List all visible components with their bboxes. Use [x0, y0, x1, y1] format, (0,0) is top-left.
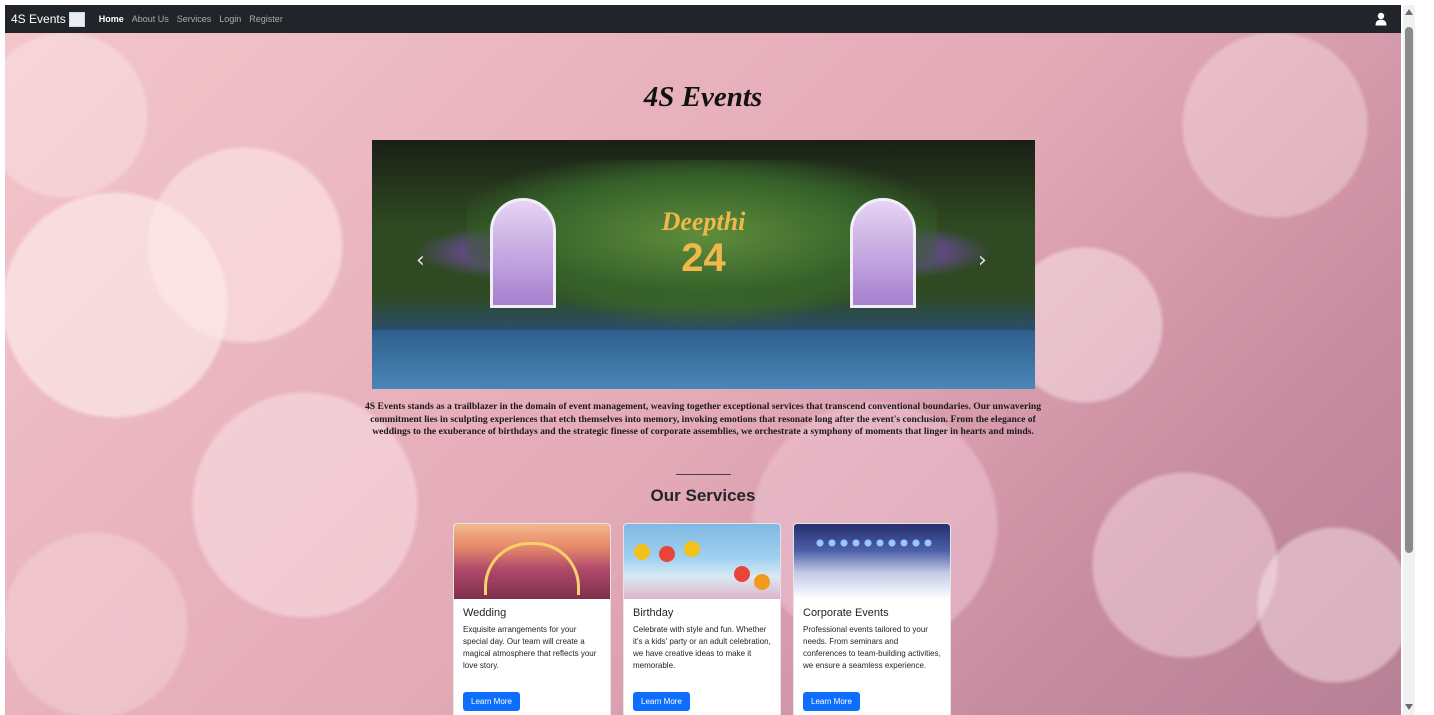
card-title: Corporate Events [803, 607, 889, 619]
intro-paragraph: 4S Events stands as a trailblazer in the… [364, 401, 1042, 438]
carousel-decor-floor [372, 330, 1035, 389]
scroll-down-arrow-icon[interactable] [1405, 704, 1413, 710]
card-title: Wedding [463, 607, 507, 619]
page-viewport: 4S Events Home About Us Services Login R… [5, 5, 1401, 715]
wedding-image [454, 524, 610, 599]
card-text: Professional events tailored to your nee… [803, 625, 941, 670]
corporate-events-image [794, 524, 950, 599]
brand[interactable]: 4S Events [11, 11, 85, 27]
service-card-wedding: Wedding Exquisite arrangements for your … [453, 523, 611, 715]
nav-home[interactable]: Home [99, 14, 124, 24]
user-icon[interactable] [1375, 12, 1387, 26]
learn-more-button[interactable]: Learn More [463, 692, 520, 711]
brand-name: 4S Events [11, 12, 66, 26]
card-title: Birthday [633, 607, 674, 619]
chevron-right-icon[interactable]: › [978, 250, 987, 272]
nav-about-us[interactable]: About Us [132, 14, 169, 24]
learn-more-button[interactable]: Learn More [633, 692, 690, 711]
vertical-scrollbar[interactable] [1403, 5, 1415, 715]
card-text: Exquisite arrangements for your special … [463, 625, 597, 670]
carousel-overlay-name: Deepthi [661, 207, 746, 236]
carousel-overlay-number: 24 [681, 236, 726, 280]
nav-register[interactable]: Register [249, 14, 283, 24]
hero-carousel[interactable]: Deepthi 24 ‹ › [372, 140, 1035, 389]
card-text: Celebrate with style and fun. Whether it… [633, 625, 771, 670]
chevron-left-icon[interactable]: ‹ [416, 250, 425, 272]
nav-services[interactable]: Services [177, 14, 212, 24]
brand-logo-icon [68, 11, 85, 27]
section-divider [676, 474, 731, 475]
page-title: 4S Events [643, 81, 763, 113]
birthday-image [624, 524, 780, 599]
navbar: 4S Events Home About Us Services Login R… [5, 5, 1401, 33]
learn-more-button[interactable]: Learn More [803, 692, 860, 711]
nav-login[interactable]: Login [219, 14, 241, 24]
service-card-corporate-events: Corporate Events Professional events tai… [793, 523, 951, 715]
scroll-up-arrow-icon[interactable] [1405, 9, 1413, 15]
services-cards: Wedding Exquisite arrangements for your … [453, 523, 951, 715]
scrollbar-thumb[interactable] [1405, 27, 1413, 553]
service-card-birthday: Birthday Celebrate with style and fun. W… [623, 523, 781, 715]
services-heading: Our Services [650, 486, 756, 505]
